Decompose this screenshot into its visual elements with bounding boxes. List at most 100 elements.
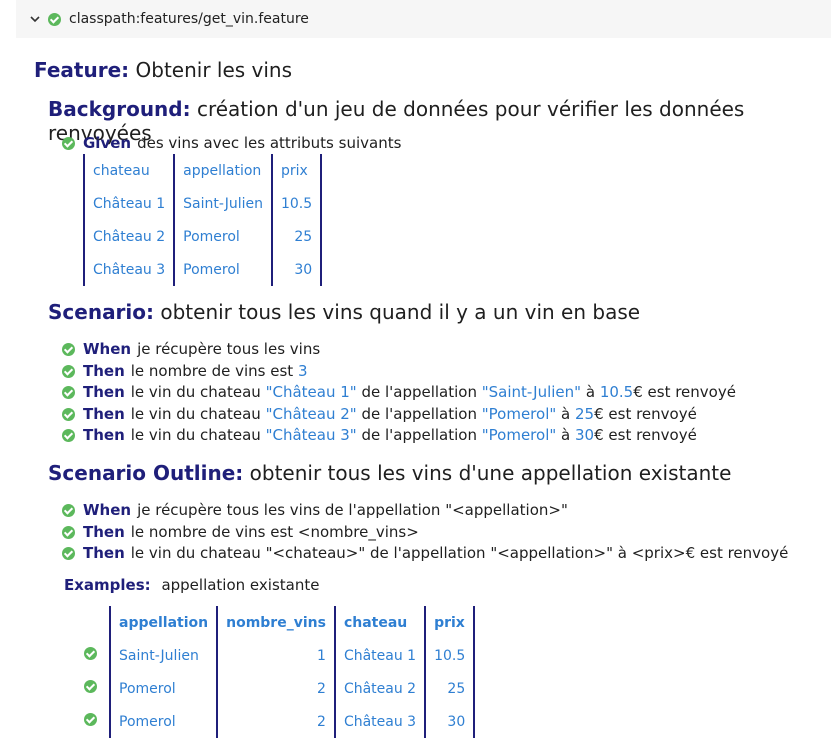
table-cell: 25 [424,672,476,705]
passed-check-icon [62,136,75,150]
table-header-cell: nombre_vins [216,606,335,639]
step-text: le vin du chateau [130,426,266,444]
table-cell: Pomerol [173,220,273,253]
step-text: le vin du chateau [130,405,266,423]
scenario-step: Then le nombre de vins est 3 [62,362,307,380]
scenario-keyword: Scenario: [48,300,155,324]
table-cell: 30 [424,705,476,738]
table-header-row: appellation nombre_vins chateau prix [84,606,476,639]
passed-check-icon [48,12,61,26]
background-step: Given des vins avec les attributs suivan… [62,134,401,152]
step-text: le nombre de vins est [130,362,298,380]
step-value: "Château 2" [265,405,357,423]
table-cell: Château 2 [82,220,176,253]
scenario-step: Then le vin du chateau "Château 3" de l'… [62,426,697,444]
table-cell: Pomerol [108,705,218,738]
table-cell: 10.5 [270,187,323,220]
outline-step: Then le nombre de vins est <nombre_vins> [62,523,419,541]
step-value: "Château 1" [265,383,357,401]
table-cell: Château 3 [333,705,426,738]
table-cell: chateau [82,154,176,187]
passed-check-icon [62,385,75,399]
table-cell: Saint-Julien [108,639,218,672]
step-keyword: Then [83,383,125,401]
step-text: € est renvoyé [594,405,697,423]
feature-file-header[interactable]: classpath:features/get_vin.feature [16,0,831,38]
feature-keyword: Feature: [34,58,130,82]
scenario-step: Then le vin du chateau "Château 2" de l'… [62,405,697,423]
passed-check-icon [84,647,97,660]
chevron-down-icon[interactable] [30,14,40,24]
table-header-cell: prix [424,606,476,639]
step-value: "Pomerol" [481,426,557,444]
step-value: "Saint-Julien" [481,383,582,401]
table-cell: Château 3 [82,253,176,286]
step-text: des vins avec les attributs suivants [137,134,402,152]
step-text: à [556,405,575,423]
step-text: le vin du chateau "<chateau>" de l'appel… [130,544,789,562]
step-text: de l'appellation [356,405,482,423]
table-cell: 10.5 [424,639,476,672]
table-header-cell: appellation [108,606,218,639]
feature-file-path: classpath:features/get_vin.feature [69,11,309,27]
step-keyword: Then [83,426,125,444]
table-row: Château 2 Pomerol 25 [82,220,323,253]
table-cell: 25 [270,220,323,253]
passed-check-icon [62,546,75,560]
step-keyword: Then [83,544,125,562]
step-value: "Château 3" [265,426,357,444]
step-keyword: Then [83,405,125,423]
outline-step: When je récupère tous les vins de l'appe… [62,501,568,519]
passed-check-icon [84,713,97,726]
step-value: "Pomerol" [481,405,557,423]
table-cell: 2 [216,705,335,738]
background-data-table: chateau appellation prix Château 1 Saint… [82,154,323,286]
examples-title: Examples: appellation existante [64,576,319,594]
step-keyword: Then [83,523,125,541]
feature-title: Feature: Obtenir les vins [34,58,292,82]
scenario-step: Then le vin du chateau "Château 1" de l'… [62,383,736,401]
step-text: le nombre de vins est <nombre_vins> [130,523,419,541]
step-text: à [581,383,600,401]
step-keyword: When [83,501,132,519]
table-cell: 1 [216,639,335,672]
step-text: € est renvoyé [633,383,736,401]
step-text: je récupère tous les vins [137,340,321,358]
scenario-step: When je récupère tous les vins [62,340,320,358]
scenario-title: Scenario: obtenir tous les vins quand il… [48,300,640,324]
step-text: le vin du chateau [130,383,266,401]
feature-name: Obtenir les vins [135,58,293,82]
table-row: chateau appellation prix [82,154,323,187]
table-cell: prix [270,154,323,187]
step-text: je récupère tous les vins de l'appellati… [137,501,568,519]
passed-check-icon [84,680,97,693]
examples-keyword: Examples: [64,576,151,594]
step-value: 10.5 [599,383,634,401]
table-cell: Pomerol [108,672,218,705]
step-text: de l'appellation [356,383,482,401]
step-value: 25 [575,405,595,423]
step-value: 30 [575,426,595,444]
outline-step: Then le vin du chateau "<chateau>" de l'… [62,544,788,562]
scenario-outline-name: obtenir tous les vins d'une appellation … [249,461,732,485]
step-text: de l'appellation [356,426,482,444]
step-value: 3 [297,362,308,380]
examples-table: appellation nombre_vins chateau prix Sai… [84,606,476,738]
step-text: à [556,426,575,444]
passed-check-icon [62,342,75,356]
passed-check-icon [62,503,75,517]
table-cell: 30 [270,253,323,286]
passed-check-icon [62,525,75,539]
table-row: Pomerol 2 Château 3 30 [84,705,476,738]
table-row: Pomerol 2 Château 2 25 [84,672,476,705]
passed-check-icon [62,407,75,421]
passed-check-icon [62,364,75,378]
table-row: Saint-Julien 1 Château 1 10.5 [84,639,476,672]
scenario-outline-keyword: Scenario Outline: [48,461,244,485]
step-keyword: Then [83,362,125,380]
table-cell: 2 [216,672,335,705]
passed-check-icon [62,428,75,442]
table-cell: Château 1 [333,639,426,672]
scenario-name: obtenir tous les vins quand il y a un vi… [160,300,641,324]
table-cell: appellation [173,154,273,187]
